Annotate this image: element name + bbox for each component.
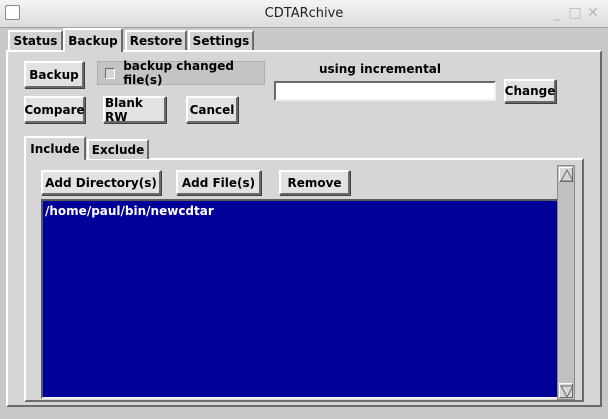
- backup-changed-checkbox[interactable]: backup changed file(s): [97, 59, 265, 87]
- include-list[interactable]: /home/paul/bin/newcdtar: [41, 199, 567, 399]
- checkbox-box[interactable]: [105, 67, 116, 79]
- tab-label: Include: [30, 142, 80, 156]
- incremental-field[interactable]: [274, 81, 496, 101]
- add-files-button[interactable]: Add File(s): [176, 170, 261, 195]
- button-label: Cancel: [189, 102, 235, 117]
- incremental-label: using incremental: [318, 62, 442, 76]
- tab-include[interactable]: Include: [24, 136, 86, 160]
- button-label: Blank RW: [105, 95, 143, 124]
- backup-button[interactable]: Backup: [24, 61, 84, 88]
- scroll-up-arrow-icon[interactable]: [559, 167, 574, 182]
- button-label: Add Directory(s): [45, 175, 157, 190]
- scroll-down-arrow-icon[interactable]: [559, 383, 574, 399]
- tab-label: Exclude: [91, 143, 145, 157]
- button-label: Change: [504, 84, 556, 98]
- cancel-button[interactable]: Cancel: [186, 96, 238, 123]
- blank-rw-button[interactable]: Blank RW: [103, 95, 166, 124]
- tab-exclude[interactable]: Exclude: [87, 139, 149, 159]
- remove-button[interactable]: Remove: [279, 170, 350, 195]
- checkbox-label: backup changed file(s): [123, 59, 234, 87]
- list-item[interactable]: /home/paul/bin/newcdtar: [43, 201, 565, 221]
- button-label: Compare: [24, 102, 85, 117]
- compare-button[interactable]: Compare: [24, 96, 85, 123]
- include-scrollbar[interactable]: [557, 165, 575, 400]
- change-button[interactable]: Change: [504, 79, 556, 103]
- button-label: Remove: [287, 175, 342, 190]
- button-label: Backup: [29, 67, 79, 82]
- button-label: Add File(s): [181, 175, 256, 190]
- add-directory-button[interactable]: Add Directory(s): [41, 170, 161, 195]
